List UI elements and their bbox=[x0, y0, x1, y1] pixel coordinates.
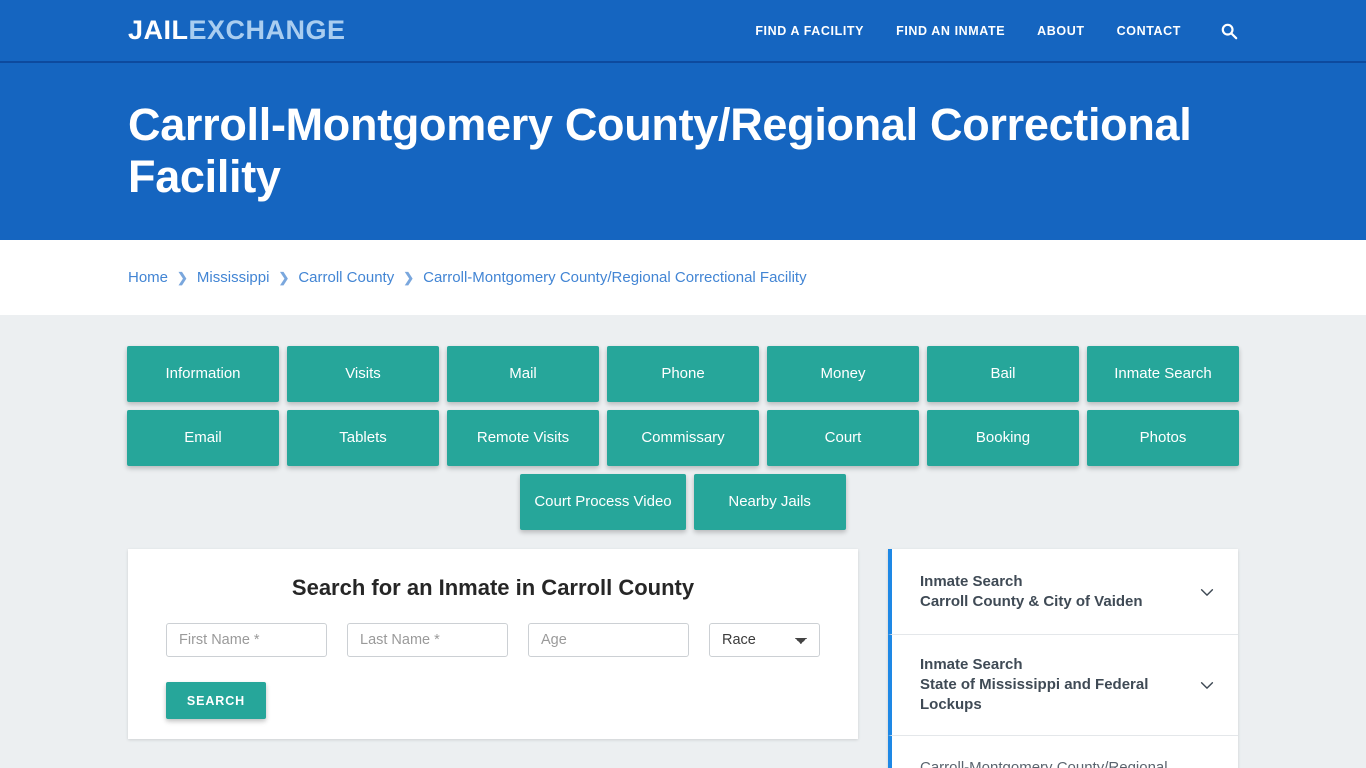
accordion-item-line1: Inmate Search bbox=[920, 656, 1023, 673]
search-form-row: Race bbox=[148, 623, 838, 657]
tab-booking[interactable]: Booking bbox=[927, 410, 1079, 466]
breadcrumb-item-mississippi[interactable]: Mississippi bbox=[197, 269, 270, 286]
breadcrumb-item-home[interactable]: Home bbox=[128, 269, 168, 286]
breadcrumb-separator-icon: ❯ bbox=[403, 270, 415, 285]
nav-contact[interactable]: CONTACT bbox=[1117, 24, 1181, 38]
tab-money[interactable]: Money bbox=[767, 346, 919, 402]
breadcrumb-item-carroll-county[interactable]: Carroll County bbox=[298, 269, 394, 286]
facility-tab-group: Information Visits Mail Phone Money Bail… bbox=[127, 315, 1239, 530]
inmate-search-card: Search for an Inmate in Carroll County R… bbox=[128, 549, 858, 739]
tab-mail[interactable]: Mail bbox=[447, 346, 599, 402]
tab-information[interactable]: Information bbox=[127, 346, 279, 402]
inmate-search-accordion: Inmate Search Carroll County & City of V… bbox=[888, 549, 1238, 768]
facility-tab-row-1: Information Visits Mail Phone Money Bail… bbox=[127, 346, 1239, 402]
logo-text-jail: JAIL bbox=[128, 15, 189, 45]
lower-section: Search for an Inmate in Carroll County R… bbox=[128, 549, 1238, 768]
site-logo[interactable]: JAILEXCHANGE bbox=[128, 17, 346, 44]
nav-find-an-inmate[interactable]: FIND AN INMATE bbox=[896, 24, 1005, 38]
tab-commissary[interactable]: Commissary bbox=[607, 410, 759, 466]
last-name-input[interactable] bbox=[347, 623, 508, 657]
tab-remote-visits[interactable]: Remote Visits bbox=[447, 410, 599, 466]
tab-nearby-jails[interactable]: Nearby Jails bbox=[693, 474, 846, 530]
hero-banner: Carroll-Montgomery County/Regional Corre… bbox=[0, 63, 1366, 240]
search-icon[interactable] bbox=[1218, 20, 1240, 42]
logo-text-exchange: EXCHANGE bbox=[188, 15, 346, 45]
accordion-item-line2: State of Mississippi and Federal Lockups bbox=[920, 675, 1149, 713]
accordion-item-carroll-county-vaiden[interactable]: Inmate Search Carroll County & City of V… bbox=[888, 549, 1238, 635]
accordion-item-label: Inmate Search State of Mississippi and F… bbox=[920, 655, 1188, 715]
breadcrumb-separator-icon: ❯ bbox=[278, 270, 290, 285]
breadcrumb-separator-icon: ❯ bbox=[177, 270, 188, 285]
accordion-item-facility[interactable]: Carroll-Montgomery County/Regional Corre… bbox=[888, 735, 1238, 768]
tab-court-process-video[interactable]: Court Process Video bbox=[520, 474, 686, 530]
race-select[interactable]: Race bbox=[709, 623, 820, 657]
chevron-down-icon[interactable] bbox=[1198, 676, 1216, 694]
breadcrumb-item-facility[interactable]: Carroll-Montgomery County/Regional Corre… bbox=[423, 269, 806, 286]
tab-inmate-search[interactable]: Inmate Search bbox=[1087, 346, 1239, 402]
search-card-title: Search for an Inmate in Carroll County bbox=[291, 575, 695, 600]
tab-bail[interactable]: Bail bbox=[927, 346, 1079, 402]
nav-find-a-facility[interactable]: FIND A FACILITY bbox=[755, 24, 864, 38]
breadcrumb-band: Home ❯ Mississippi ❯ Carroll County ❯ Ca… bbox=[0, 240, 1366, 315]
nav-about[interactable]: ABOUT bbox=[1037, 24, 1084, 38]
age-input[interactable] bbox=[528, 623, 689, 657]
tab-email[interactable]: Email bbox=[127, 410, 279, 466]
main-content: Information Visits Mail Phone Money Bail… bbox=[0, 315, 1366, 768]
accordion-item-line2: Carroll County & City of Vaiden bbox=[920, 592, 1143, 610]
facility-tab-row-3: Court Process Video Nearby Jails bbox=[128, 474, 1238, 530]
tab-photos[interactable]: Photos bbox=[1087, 410, 1239, 466]
chevron-down-icon[interactable] bbox=[1198, 583, 1216, 601]
tab-tablets[interactable]: Tablets bbox=[287, 410, 439, 466]
first-name-input[interactable] bbox=[166, 623, 327, 657]
accordion-item-line1: Carroll-Montgomery County/Regional bbox=[920, 759, 1168, 768]
page-title: Carroll-Montgomery County/Regional Corre… bbox=[128, 99, 1192, 203]
main-navigation: FIND A FACILITY FIND AN INMATE ABOUT CON… bbox=[755, 20, 1240, 42]
breadcrumb: Home ❯ Mississippi ❯ Carroll County ❯ Ca… bbox=[128, 269, 807, 286]
tab-court[interactable]: Court bbox=[767, 410, 919, 466]
facility-tab-row-2: Email Tablets Remote Visits Commissary C… bbox=[127, 410, 1239, 466]
site-header: JAILEXCHANGE FIND A FACILITY FIND AN INM… bbox=[0, 0, 1366, 63]
accordion-item-state-federal[interactable]: Inmate Search State of Mississippi and F… bbox=[888, 635, 1238, 736]
search-button[interactable]: SEARCH bbox=[166, 682, 266, 719]
accordion-item-label: Carroll-Montgomery County/Regional Corre… bbox=[920, 758, 1188, 768]
tab-visits[interactable]: Visits bbox=[287, 346, 439, 402]
accordion-item-line1: Inmate Search bbox=[920, 572, 1023, 590]
accordion-item-label: Inmate Search Carroll County & City of V… bbox=[920, 572, 1188, 612]
tab-phone[interactable]: Phone bbox=[607, 346, 759, 402]
